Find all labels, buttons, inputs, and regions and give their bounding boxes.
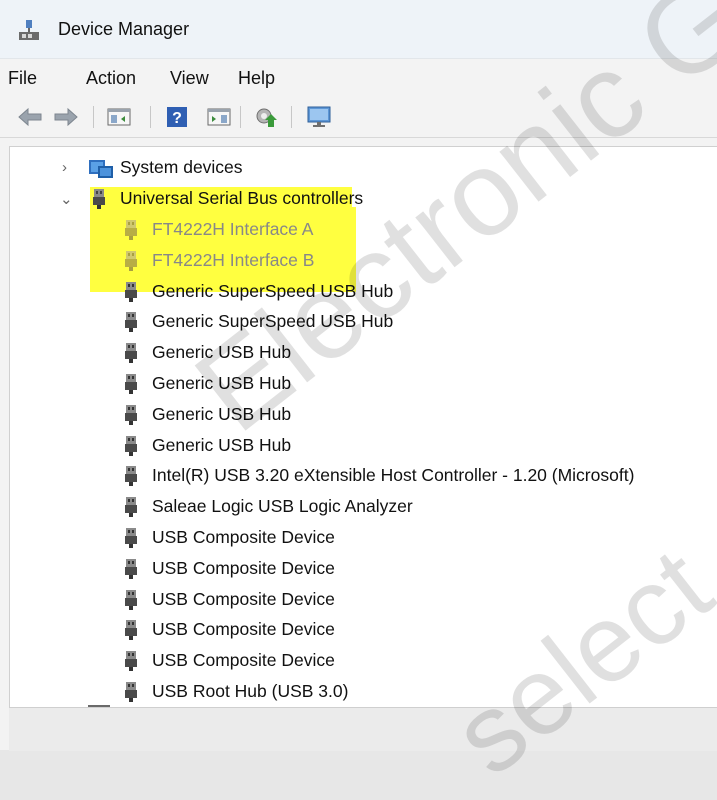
back-button[interactable] [16, 103, 44, 131]
usb-device-row[interactable]: USB Composite Device [10, 615, 717, 645]
usb-device-icon [125, 343, 137, 364]
svg-text:?: ? [172, 110, 182, 127]
usb-device-icon [125, 220, 137, 240]
usb-device-icon [125, 589, 137, 610]
usb-device-row[interactable]: USB Composite Device [10, 585, 717, 615]
menu-file[interactable]: File [8, 68, 37, 89]
window-title: Device Manager [58, 19, 190, 39]
usb-controller-icon [93, 189, 105, 209]
details-pane-icon [207, 108, 231, 126]
device-manager-icon [19, 20, 39, 40]
usb-device-label: Generic SuperSpeed USB Hub [152, 311, 394, 332]
device-manager-window: Device Manager File Action View Help ? ›… [0, 0, 717, 799]
tree-category-label: System devices [120, 157, 243, 177]
usb-device-row[interactable]: Intel(R) USB 3.20 eXtensible Host Contro… [10, 461, 717, 491]
usb-device-icon [125, 682, 137, 702]
usb-device-row[interactable]: Generic USB Hub [10, 400, 717, 430]
toolbar-separator [240, 106, 241, 128]
usb-device-icon [125, 528, 137, 548]
usb-device-icon [125, 620, 137, 641]
usb-device-icon [125, 404, 137, 425]
show-hide-console-tree-button[interactable] [105, 103, 133, 131]
usb-device-label: USB Root Hub (USB 3.0) [152, 681, 349, 701]
usb-device-icon [125, 250, 137, 271]
forward-button[interactable] [52, 103, 80, 131]
usb-device-icon [125, 435, 137, 456]
menu-view[interactable]: View [170, 68, 209, 89]
tree-category-label: Universal Serial Bus controllers [120, 188, 364, 208]
show-action-pane-button[interactable] [205, 103, 233, 131]
menu-action[interactable]: Action [86, 68, 136, 89]
properties-pane-icon [107, 108, 131, 126]
usb-device-label: FT4222H Interface B [152, 249, 315, 270]
usb-device-icon [125, 281, 137, 302]
usb-device-label: USB Composite Device [152, 650, 335, 671]
usb-device-label: Saleae Logic USB Logic Analyzer [152, 496, 413, 517]
usb-device-row[interactable]: Generic USB Hub [10, 369, 717, 399]
help-button[interactable]: ? [163, 103, 191, 131]
forward-arrow-icon [54, 107, 78, 127]
usb-device-label: Generic USB Hub [152, 373, 292, 393]
usb-device-label: Intel(R) USB 3.20 eXtensible Host Contro… [152, 465, 635, 486]
usb-device-row[interactable]: USB Composite Device [10, 554, 717, 584]
status-bar [9, 707, 717, 751]
usb-device-icon [125, 558, 137, 579]
usb-device-label: USB Composite Device [152, 527, 335, 547]
usb-device-icon [125, 651, 137, 672]
usb-device-row[interactable]: Generic USB Hub [10, 338, 717, 368]
usb-device-icon [125, 374, 137, 394]
usb-device-row[interactable]: FT4222H Interface A [10, 215, 717, 245]
scan-hardware-icon [307, 106, 331, 127]
expand-arrow-icon[interactable]: › [62, 159, 67, 176]
system-devices-icon [89, 160, 113, 178]
usb-device-row[interactable]: USB Composite Device [10, 646, 717, 676]
title-bar: Device Manager [0, 0, 717, 59]
toolbar: ? [0, 97, 717, 138]
tree-category-usb-controllers[interactable]: ⌄ Universal Serial Bus controllers [10, 184, 717, 214]
usb-device-label: Generic USB Hub [152, 403, 292, 424]
update-driver-icon [256, 108, 277, 127]
usb-device-icon [125, 497, 137, 518]
back-arrow-icon [18, 107, 42, 127]
usb-device-label: Generic USB Hub [152, 342, 292, 363]
usb-device-icon [125, 466, 137, 487]
usb-device-icon [125, 312, 137, 333]
toolbar-separator [291, 106, 292, 128]
usb-device-row[interactable]: USB Root Hub (USB 3.0) [10, 677, 717, 707]
usb-device-row[interactable]: Generic SuperSpeed USB Hub [10, 277, 717, 307]
usb-device-label: Generic USB Hub [152, 434, 292, 455]
update-driver-button[interactable] [252, 103, 280, 131]
usb-device-label: USB Composite Device [152, 588, 335, 609]
usb-device-row[interactable]: FT4222H Interface B [10, 246, 717, 276]
usb-device-row[interactable]: Generic SuperSpeed USB Hub [10, 307, 717, 337]
usb-device-row[interactable]: Saleae Logic USB Logic Analyzer [10, 492, 717, 522]
usb-device-row[interactable]: USB Composite Device [10, 523, 717, 553]
usb-device-label: USB Composite Device [152, 557, 335, 578]
toolbar-separator [150, 106, 151, 128]
usb-device-label: USB Composite Device [152, 619, 335, 640]
scan-hardware-button[interactable] [305, 103, 333, 131]
device-tree: › System devices ⌄ Universal Serial Bus … [9, 146, 717, 707]
help-icon: ? [167, 107, 187, 127]
menu-help[interactable]: Help [238, 68, 275, 89]
usb-device-label: FT4222H Interface A [152, 219, 314, 239]
toolbar-separator [93, 106, 94, 128]
collapse-arrow-icon[interactable]: ⌄ [60, 190, 73, 208]
usb-device-row[interactable]: Generic USB Hub [10, 431, 717, 461]
tree-category-system-devices[interactable]: › System devices [10, 153, 717, 183]
menu-bar: File Action View Help [0, 59, 717, 97]
usb-device-label: Generic SuperSpeed USB Hub [152, 280, 394, 301]
